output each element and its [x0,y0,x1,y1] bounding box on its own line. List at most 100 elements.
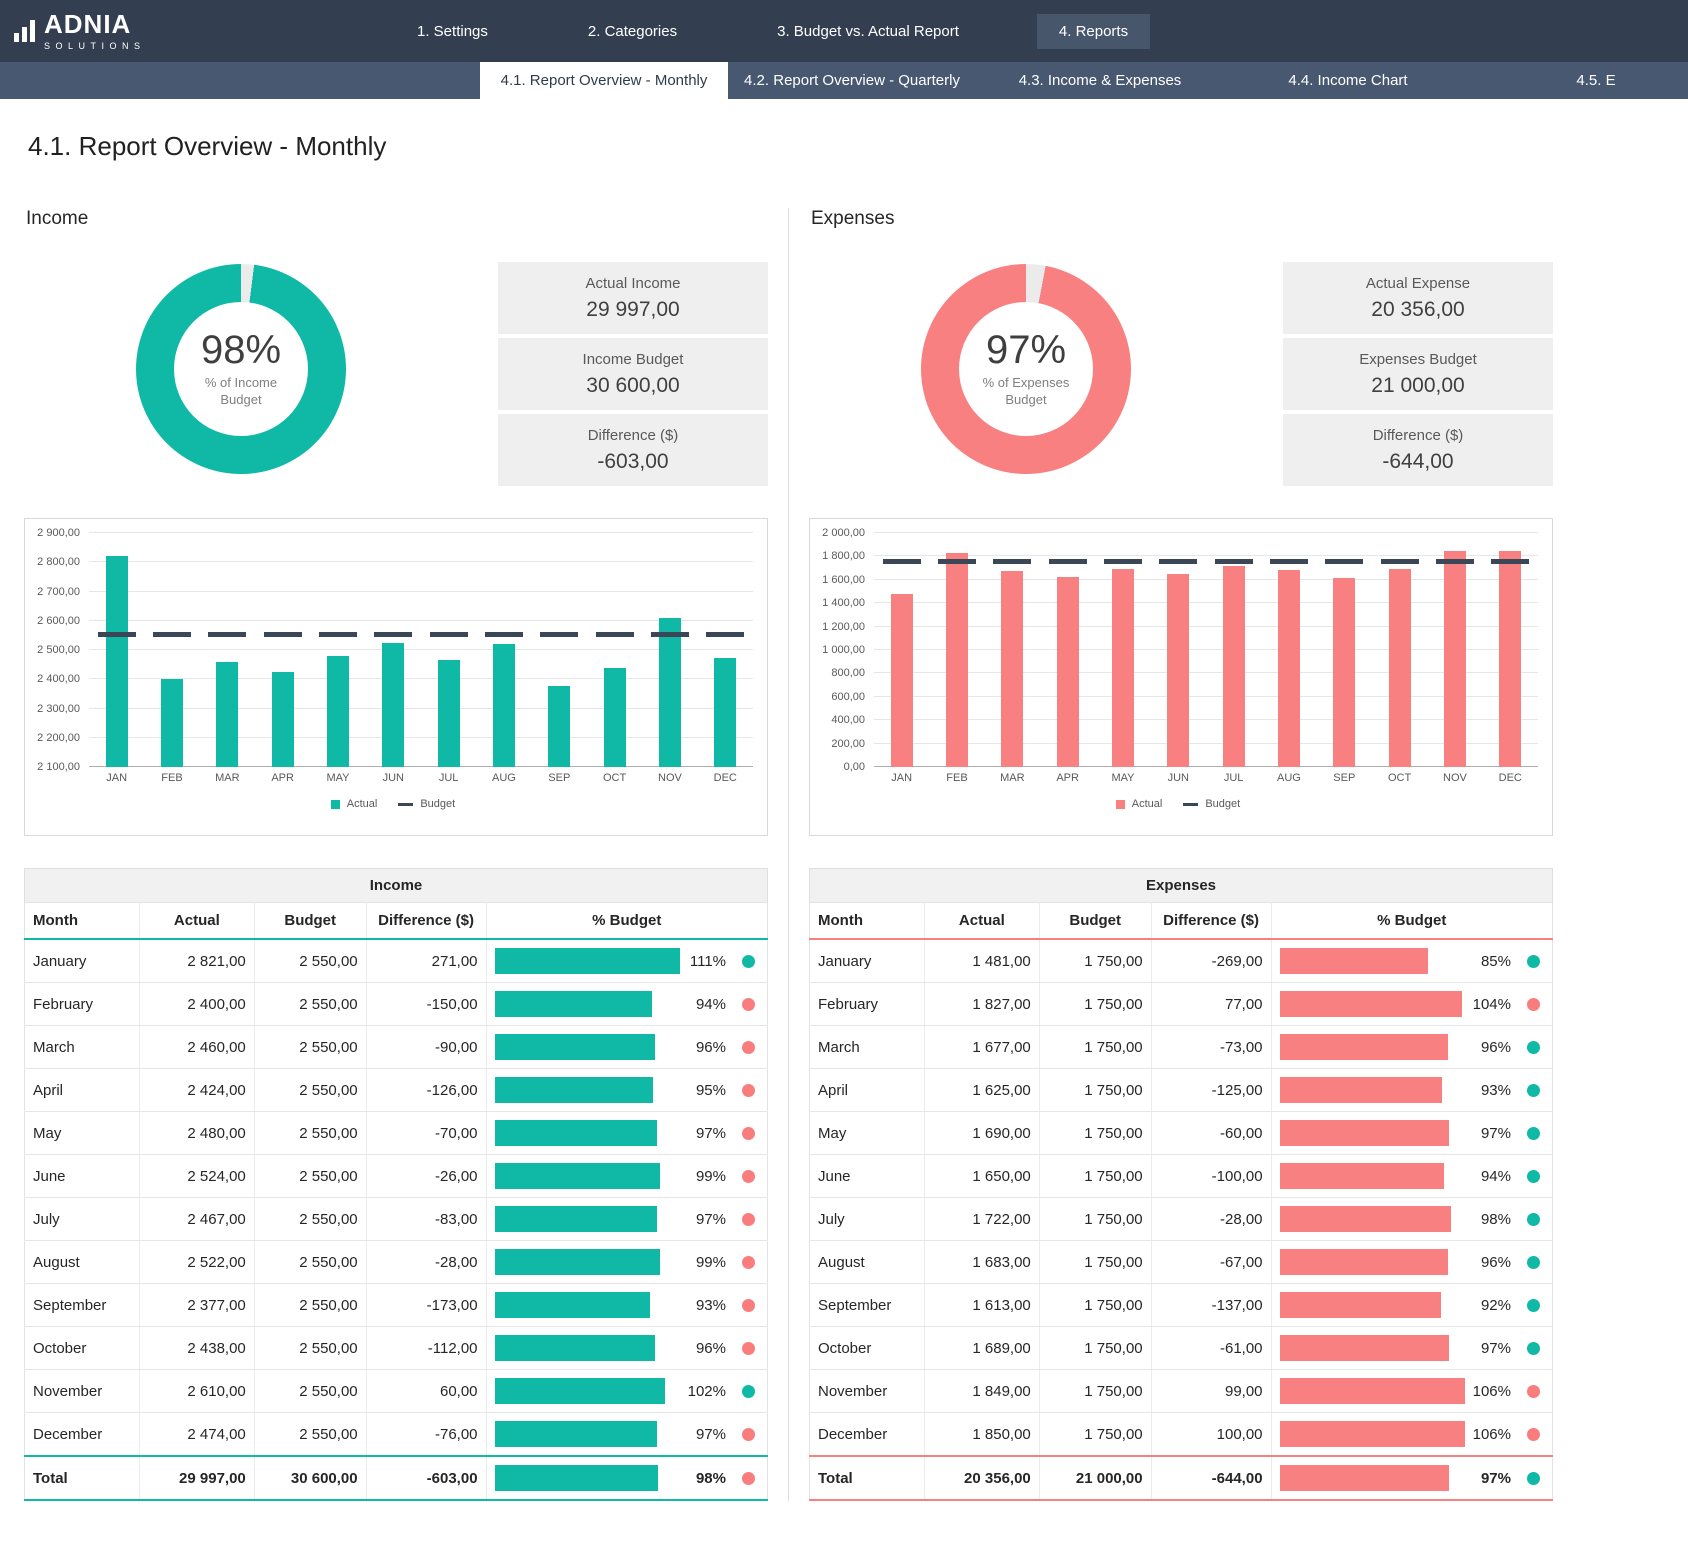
subnav-tab-report-overview-quarterly[interactable]: 4.2. Report Overview - Quarterly [728,62,976,99]
bar-slot-feb [144,533,199,767]
nav-tab-budget-vs-actual[interactable]: 3. Budget vs. Actual Report [755,14,981,49]
pct-budget-wrap: 99% [495,1249,759,1275]
x-axis-label: FEB [929,772,984,784]
bar-slot-apr [255,533,310,767]
status-dot [742,1472,755,1485]
cell-month: April [25,1069,140,1112]
cell-actual: 1 690,00 [924,1112,1039,1155]
pct-budget-value: 98% [1465,1211,1511,1228]
column-header: Month [25,903,140,940]
stat-label: Actual Expense [1366,275,1470,292]
income-donut-center: 98% % of Income Budget [174,302,308,436]
legend-actual-swatch [331,800,340,809]
actual-bar-jan [106,556,128,767]
pct-budget-bar-track [495,1335,680,1361]
nav-tab-reports[interactable]: 4. Reports [1037,14,1150,49]
status-dot [1527,1084,1540,1097]
y-axis-tick: 2 600,00 [37,615,80,627]
subnav-tab-report-overview-monthly[interactable]: 4.1. Report Overview - Monthly [480,62,728,99]
actual-bar-oct [1389,569,1411,767]
cell-pct-budget: 97% [1271,1112,1552,1155]
pct-budget-bar [1280,1292,1441,1318]
actual-bar-may [1112,569,1134,767]
status-dot [742,1084,755,1097]
bar-slot-dec [698,533,753,767]
cell-difference: -60,00 [1151,1112,1271,1155]
income-section: Income 98% % of Income Budget Actual Inc… [24,208,768,1501]
stat-value: -603,00 [597,450,668,474]
x-axis-label: DEC [698,772,753,784]
budget-marker-aug [1270,559,1308,564]
stat-income-difference: Difference ($) -603,00 [498,414,768,486]
actual-bar-feb [946,553,968,767]
cell-difference: -26,00 [366,1155,486,1198]
bar-slot-dec [1483,533,1538,767]
bar-slot-sep [532,533,587,767]
column-header: Actual [924,903,1039,940]
x-axis: JANFEBMARAPRMAYJUNJULAUGSEPOCTNOVDEC [874,772,1538,784]
pct-budget-bar [495,1077,654,1103]
actual-bar-apr [1057,577,1079,767]
y-axis-tick: 1 400,00 [822,597,865,609]
cell-actual: 2 377,00 [139,1284,254,1327]
x-axis-label: OCT [1372,772,1427,784]
y-axis-tick: 1 000,00 [822,644,865,656]
y-axis-tick: 200,00 [831,738,865,750]
subnav-tab-income-chart[interactable]: 4.4. Income Chart [1224,62,1472,99]
budget-marker-apr [1049,559,1087,564]
cell-budget: 2 550,00 [254,939,366,983]
pct-budget-bar-track [495,1163,680,1189]
cell-actual: 2 467,00 [139,1198,254,1241]
pct-budget-bar-track [1280,1249,1465,1275]
column-header: Budget [254,903,366,940]
bar-slot-may [1095,533,1150,767]
x-axis-label: SEP [1317,772,1372,784]
actual-bar-aug [1278,570,1300,767]
cell-actual: 1 650,00 [924,1155,1039,1198]
pct-budget-wrap: 97% [495,1206,759,1232]
data-table: MonthActualBudgetDifference ($)% BudgetJ… [809,902,1553,1501]
pct-budget-bar-track [495,1077,680,1103]
nav-tab-settings[interactable]: 1. Settings [395,14,510,49]
cell-pct-budget: 95% [486,1069,767,1112]
cell-actual: 1 689,00 [924,1327,1039,1370]
pct-budget-wrap: 92% [1280,1292,1544,1318]
status-dot [1527,1385,1540,1398]
subnav-tab-income-expenses[interactable]: 4.3. Income & Expenses [976,62,1224,99]
cell-actual: 2 460,00 [139,1026,254,1069]
cell-month: December [810,1413,925,1457]
pct-budget-bar [495,991,652,1017]
cell-difference: -83,00 [366,1198,486,1241]
cell-budget: 2 550,00 [254,1069,366,1112]
pct-budget-bar [495,1465,659,1491]
pct-budget-wrap: 85% [1280,948,1544,974]
expenses-donut-chart: 97% % of Expenses Budget [921,264,1131,474]
actual-bar-feb [161,679,183,767]
cell-budget: 2 550,00 [254,1026,366,1069]
cell-month: October [810,1327,925,1370]
stat-value: 29 997,00 [586,298,679,322]
income-donut-percent: 98% [201,329,281,371]
x-axis-label: FEB [144,772,199,784]
cell-budget: 1 750,00 [1039,1069,1151,1112]
reports-subnav: 4.1. Report Overview - Monthly 4.2. Repo… [0,62,1688,99]
bar-slot-jul [421,533,476,767]
expenses-section: Expenses 97% % of Expenses Budget Actual… [788,208,1553,1501]
y-axis-tick: 0,00 [844,761,865,773]
cell-difference: -28,00 [366,1241,486,1284]
status-dot [742,1385,755,1398]
table-header-row: MonthActualBudgetDifference ($)% Budget [810,903,1553,940]
status-dot [1527,1127,1540,1140]
stat-value: -644,00 [1382,450,1453,474]
actual-bar-mar [216,662,238,767]
status-dot [1527,1299,1540,1312]
budget-marker-apr [264,632,302,637]
cell-pct-budget: 104% [1271,983,1552,1026]
cell-month: Total [25,1456,140,1500]
nav-tab-categories[interactable]: 2. Categories [566,14,699,49]
pct-budget-bar [1280,948,1429,974]
top-header: ADNIA SOLUTIONS 1. Settings 2. Categorie… [0,0,1688,62]
subnav-tab-expenses-chart[interactable]: 4.5. E [1472,62,1688,99]
stat-expenses-budget: Expenses Budget 21 000,00 [1283,338,1553,410]
y-axis-tick: 2 800,00 [37,556,80,568]
